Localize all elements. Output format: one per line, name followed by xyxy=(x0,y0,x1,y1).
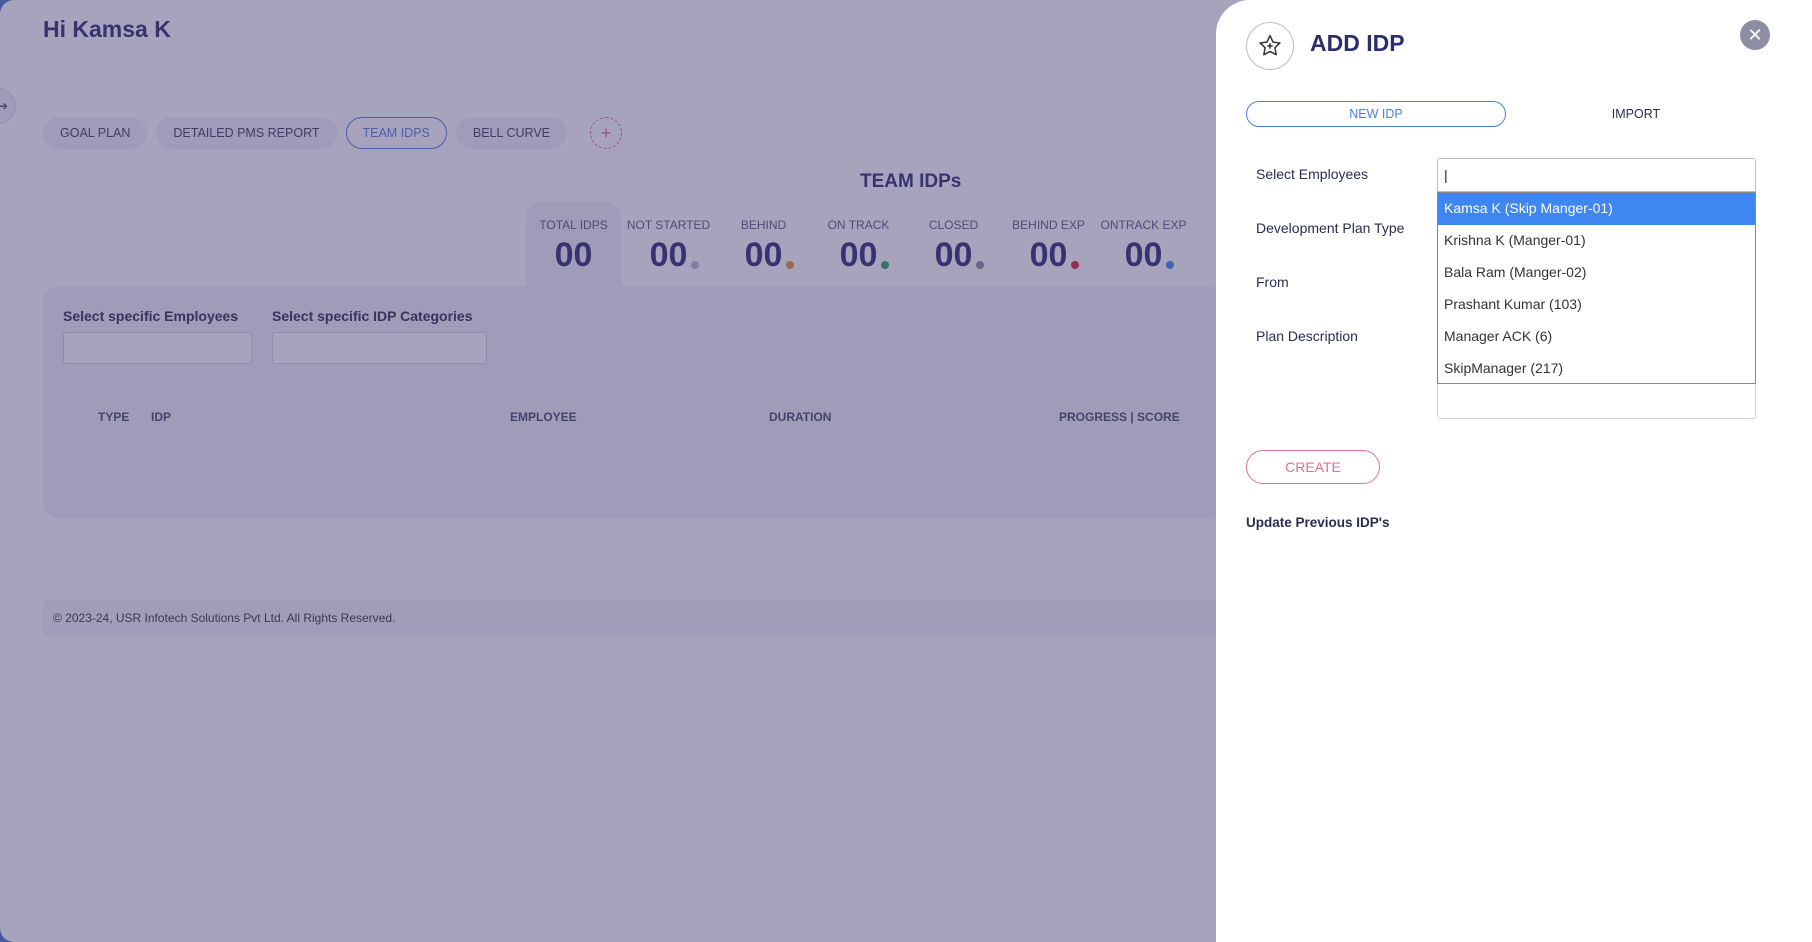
tab-new-idp[interactable]: NEW IDP xyxy=(1246,101,1506,127)
plan-description-label: Plan Description xyxy=(1256,328,1358,344)
from-label: From xyxy=(1256,274,1289,290)
drawer-tabs: NEW IDP IMPORT xyxy=(1246,101,1766,127)
plan-description-input[interactable] xyxy=(1437,384,1756,419)
dropdown-option[interactable]: Kamsa K (Skip Manger-01) xyxy=(1438,193,1755,225)
select-employees-input[interactable]: | xyxy=(1437,158,1756,192)
development-plan-type-label: Development Plan Type xyxy=(1256,220,1405,236)
dropdown-option[interactable]: Bala Ram (Manger-02) xyxy=(1438,257,1755,289)
dropdown-option[interactable]: Krishna K (Manger-01) xyxy=(1438,225,1755,257)
close-icon: ✕ xyxy=(1747,24,1763,45)
tab-import[interactable]: IMPORT xyxy=(1506,101,1766,127)
select-employees-label: Select Employees xyxy=(1256,166,1369,182)
drawer-title: ADD IDP xyxy=(1310,30,1405,56)
dropdown-option[interactable]: Manager ACK (6) xyxy=(1438,321,1755,353)
add-idp-drawer: ADD IDP ✕ NEW IDP IMPORT Select Employee… xyxy=(1216,0,1796,942)
employees-dropdown-list: Kamsa K (Skip Manger-01) Krishna K (Mang… xyxy=(1437,192,1756,384)
update-previous-idps-link[interactable]: Update Previous IDP's xyxy=(1246,515,1390,530)
dropdown-option[interactable]: SkipManager (217) xyxy=(1438,353,1755,385)
close-button[interactable]: ✕ xyxy=(1740,20,1770,50)
star-badge-icon xyxy=(1246,22,1294,70)
page-scrollbar[interactable] xyxy=(1796,0,1812,942)
dropdown-option[interactable]: Prashant Kumar (103) xyxy=(1438,289,1755,321)
create-button[interactable]: CREATE xyxy=(1246,450,1380,484)
